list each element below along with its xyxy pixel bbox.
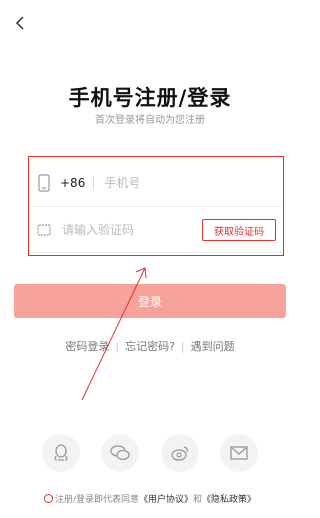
page-title: 手机号注册/登录 bbox=[68, 86, 232, 110]
get-code-button[interactable]: 获取验证码 bbox=[202, 219, 276, 241]
login-button[interactable]: 登录 bbox=[14, 284, 286, 318]
qq-icon bbox=[54, 444, 68, 461]
social-login bbox=[0, 434, 300, 472]
privacy-policy-link[interactable]: 《隐私政策》 bbox=[202, 495, 256, 505]
country-code[interactable]: +86 bbox=[60, 176, 95, 190]
chevron-left-icon bbox=[15, 16, 24, 30]
phone-row: +86 bbox=[32, 163, 282, 203]
agree-radio[interactable] bbox=[43, 494, 53, 503]
weibo-login-button[interactable] bbox=[160, 434, 199, 472]
message-icon bbox=[34, 224, 54, 236]
qq-login-button[interactable] bbox=[42, 434, 80, 472]
agreement-and: 和 bbox=[193, 495, 203, 505]
mail-icon bbox=[230, 446, 248, 460]
divider bbox=[32, 252, 282, 253]
user-agreement-link[interactable]: 《用户协议》 bbox=[139, 495, 193, 505]
password-login-link[interactable]: 密码登录 bbox=[65, 338, 109, 354]
weibo-icon bbox=[171, 446, 188, 461]
divider: | bbox=[180, 339, 185, 353]
back-button[interactable] bbox=[10, 12, 30, 34]
agreement-text: 注册/登录即代表同意《用户协议》和《隐私政策》 bbox=[0, 492, 300, 505]
wechat-icon bbox=[110, 445, 130, 461]
page-subtitle: 首次登录将自动为您注册 bbox=[95, 115, 205, 126]
verification-code-input[interactable] bbox=[62, 223, 192, 237]
divider: | bbox=[115, 339, 120, 353]
mail-login-button[interactable] bbox=[219, 434, 258, 472]
login-links: 密码登录 | 忘记密码? | 遇到问题 bbox=[0, 338, 300, 354]
wechat-login-button[interactable] bbox=[101, 434, 140, 472]
problem-link[interactable]: 遇到问题 bbox=[191, 338, 235, 354]
divider bbox=[32, 206, 282, 207]
forgot-password-link[interactable]: 忘记密码? bbox=[125, 338, 175, 354]
phone-icon bbox=[34, 174, 54, 192]
agreement-prefix: 注册/登录即代表同意 bbox=[54, 495, 139, 505]
phone-input[interactable] bbox=[104, 176, 235, 190]
